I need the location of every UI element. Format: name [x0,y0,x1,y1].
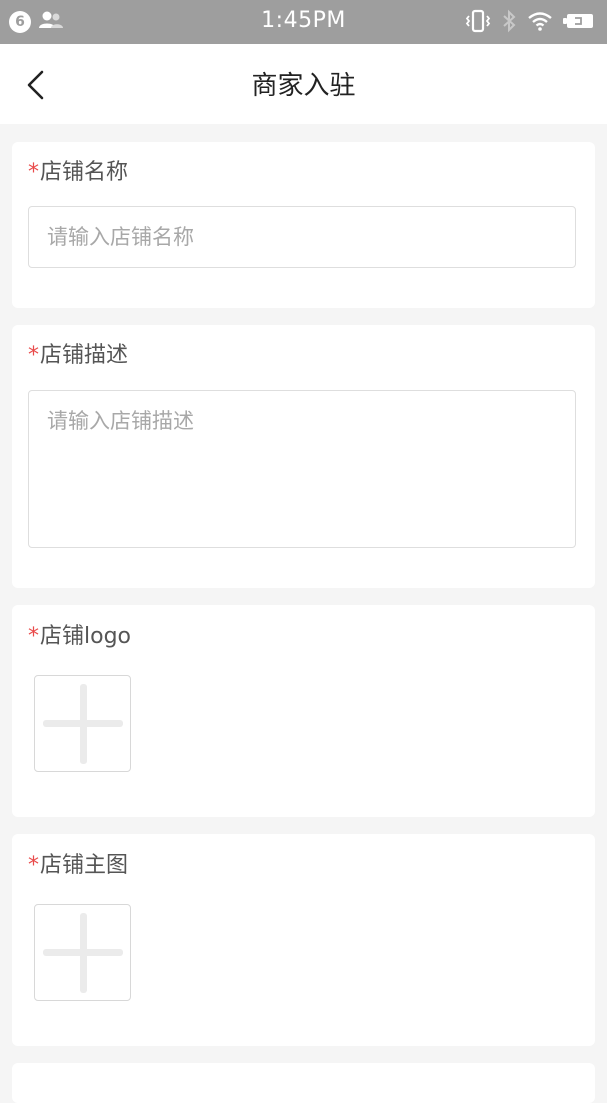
shop-description-label-text: 店铺描述 [40,343,129,368]
shop-main-image-label-text: 店铺主图 [40,853,129,878]
required-mark: * [28,624,39,649]
shop-logo-upload-button[interactable] [34,675,131,772]
next-section-card [12,1063,595,1103]
shop-logo-label: *店铺logo [28,618,131,650]
shop-logo-card: *店铺logo [12,605,595,817]
required-mark: * [28,853,39,878]
status-right [465,9,595,37]
shop-main-image-upload-button[interactable] [34,904,131,1001]
bluetooth-icon [501,9,517,37]
shop-name-label: *店铺名称 [28,154,128,186]
navigation-bar: 商家入驻 [0,44,607,124]
battery-icon [563,11,595,35]
status-bar: 6 1:45PM [0,0,607,44]
wifi-icon [527,10,553,36]
page-title: 商家入驻 [251,71,356,101]
shop-name-label-text: 店铺名称 [40,160,129,185]
shop-name-card: *店铺名称 [12,142,595,308]
shop-name-input[interactable] [28,206,576,268]
required-mark: * [28,160,39,185]
shop-main-image-label: *店铺主图 [28,847,128,879]
shop-logo-label-text: 店铺logo [40,624,131,649]
shop-main-image-card: *店铺主图 [12,834,595,1046]
required-mark: * [28,343,39,368]
vibrate-icon [465,9,491,37]
shop-description-label: *店铺描述 [28,337,128,369]
shop-description-textarea[interactable] [28,390,576,548]
shop-description-card: *店铺描述 [12,325,595,588]
